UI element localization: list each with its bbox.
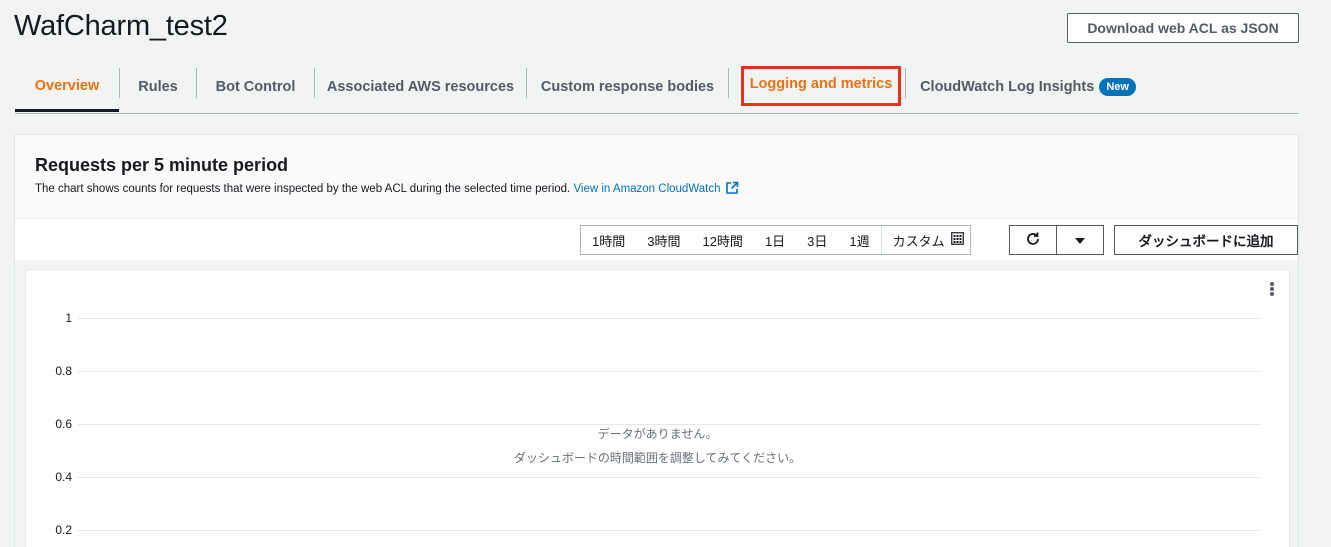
grid-line — [78, 318, 1260, 319]
grid-line — [78, 477, 1260, 478]
panel-title: Requests per 5 minute period — [35, 155, 289, 175]
add-to-dashboard-button[interactable]: ダッシュボードに追加 — [1114, 225, 1298, 255]
tab-label: Overview — [34, 77, 100, 94]
refresh-icon — [1025, 231, 1041, 250]
link-label: View in Amazon CloudWatch — [573, 183, 721, 195]
calendar-icon — [950, 232, 964, 248]
range-custom-label: カスタム — [892, 233, 945, 249]
no-data-hint: ダッシュボードの時間範囲を調整してみてください。 — [513, 451, 802, 465]
tab-label: Rules — [138, 79, 178, 95]
more-options-icon[interactable] — [1266, 280, 1278, 298]
range-1-hour[interactable]: 1時間 — [581, 226, 636, 254]
no-data-message: データがありません。 — [597, 427, 718, 441]
grid-line — [78, 371, 1260, 372]
caret-down-icon — [1074, 233, 1086, 248]
tab-label: CloudWatch Log Insights — [920, 79, 1095, 95]
tab-bar: Overview Rules Bot Control Associated AW… — [15, 62, 1299, 114]
tab-divider — [728, 68, 729, 98]
y-tick-label: 0.2 — [55, 523, 72, 537]
tab-cloudwatch-log-insights[interactable]: CloudWatch Log Insights New — [915, 62, 1141, 112]
tab-label: Bot Control — [215, 79, 296, 95]
tab-associated-aws-resources[interactable]: Associated AWS resources — [315, 62, 526, 112]
tab-custom-response-bodies[interactable]: Custom response bodies — [527, 62, 728, 112]
tab-bot-control[interactable]: Bot Control — [197, 62, 314, 112]
tab-rules[interactable]: Rules — [120, 62, 196, 112]
grid-line — [78, 530, 1260, 531]
range-3-days[interactable]: 3日 — [796, 226, 838, 254]
range-12-hours[interactable]: 12時間 — [691, 226, 753, 254]
description-text: The chart shows counts for requests that… — [35, 183, 571, 195]
chart-card: 1 0.8 0.6 0.4 0.2 データがありません。 ダッシュボードの時間範… — [25, 269, 1290, 547]
external-link-icon — [725, 181, 739, 198]
y-tick-label: 1 — [65, 311, 72, 325]
refresh-options-dropdown[interactable] — [1056, 225, 1104, 255]
panel-header: Requests per 5 minute period The chart s… — [15, 135, 1298, 219]
page-title: WafCharm_test2 — [14, 10, 228, 42]
tab-overview[interactable]: Overview — [15, 62, 119, 112]
tab-divider — [905, 68, 906, 98]
chart-toolbar: 1時間 3時間 12時間 1日 3日 1週 カスタム ダッシュボードに追加 — [15, 220, 1298, 260]
y-tick-label: 0.8 — [55, 364, 72, 378]
refresh-button[interactable] — [1009, 225, 1057, 255]
tab-label: Logging and metrics — [749, 76, 893, 92]
range-3-hours[interactable]: 3時間 — [636, 226, 691, 254]
range-custom[interactable]: カスタム — [880, 226, 970, 254]
new-badge: New — [1099, 78, 1136, 96]
y-tick-label: 0.4 — [55, 470, 72, 484]
view-in-cloudwatch-link[interactable]: View in Amazon CloudWatch — [573, 181, 739, 198]
requests-panel: Requests per 5 minute period The chart s… — [14, 134, 1299, 547]
tab-logging-and-metrics[interactable]: Logging and metrics — [741, 62, 901, 106]
tab-label: Custom response bodies — [540, 79, 715, 95]
tab-label: Associated AWS resources — [326, 79, 515, 95]
download-web-acl-json-button[interactable]: Download web ACL as JSON — [1067, 13, 1299, 43]
time-range-selector: 1時間 3時間 12時間 1日 3日 1週 カスタム — [580, 225, 971, 255]
panel-description: The chart shows counts for requests that… — [35, 181, 739, 198]
range-1-day[interactable]: 1日 — [754, 226, 796, 254]
range-1-week[interactable]: 1週 — [838, 226, 880, 254]
